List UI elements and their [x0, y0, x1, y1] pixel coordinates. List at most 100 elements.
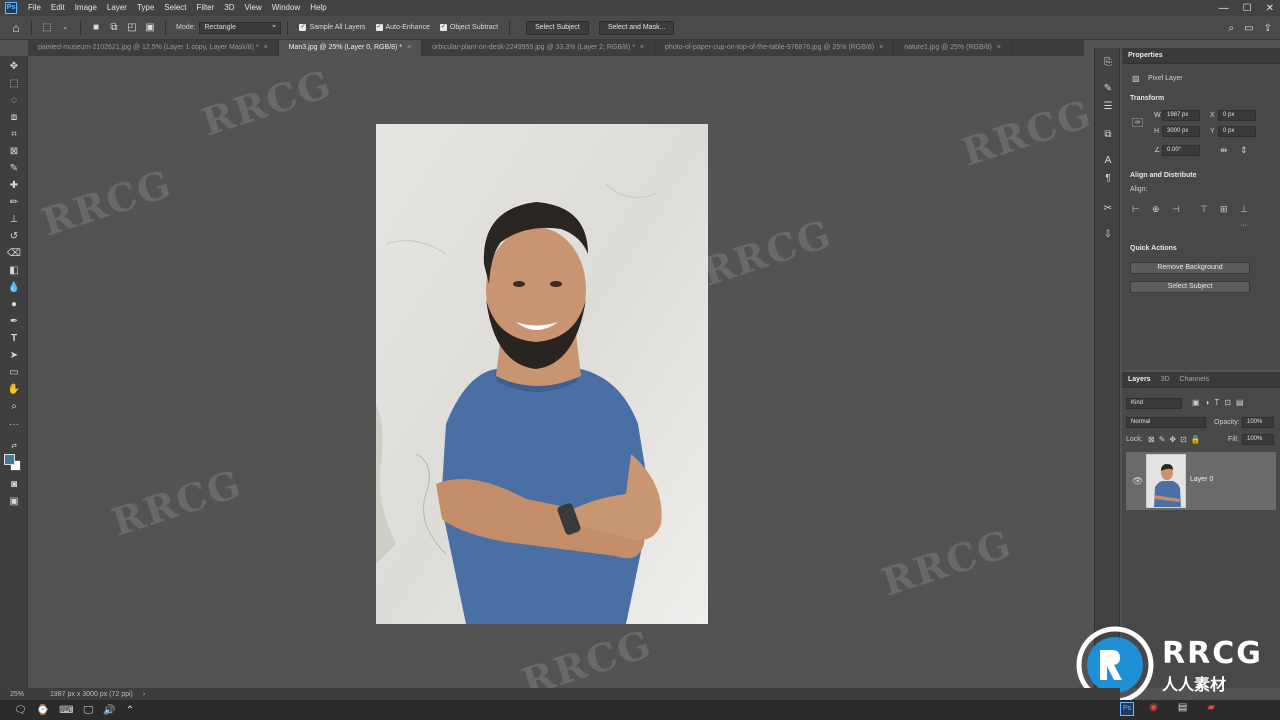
- show-hidden-icon[interactable]: ⌃: [126, 705, 134, 716]
- lasso-tool-icon[interactable]: ◌: [6, 94, 22, 108]
- object-subtract-checkbox[interactable]: ✓ Object Subtract: [439, 24, 498, 31]
- layer-filter-icons[interactable]: ▣◑T⊡▤: [1192, 398, 1249, 407]
- opacity-field[interactable]: 100%: [1242, 417, 1274, 428]
- notification-icon[interactable]: 🗨: [14, 705, 27, 716]
- dodge-tool-icon[interactable]: ●: [6, 298, 22, 312]
- screen-mode-icon[interactable]: ▣: [6, 495, 22, 509]
- more-options-icon[interactable]: ···: [1240, 222, 1247, 229]
- close-icon[interactable]: ×: [640, 44, 644, 51]
- minimize-icon[interactable]: —: [1219, 3, 1229, 14]
- path-selection-tool-icon[interactable]: ➤: [6, 349, 22, 363]
- close-icon[interactable]: ×: [264, 44, 268, 51]
- tab-orbicular-plant[interactable]: orbicular-plant-on-desk-2249959.jpg @ 33…: [422, 40, 656, 56]
- maximize-icon[interactable]: ☐: [1243, 3, 1252, 14]
- sample-all-layers-checkbox[interactable]: ✓ Sample All Layers: [299, 24, 366, 31]
- swap-colors-icon[interactable]: ⇄: [6, 440, 22, 454]
- eyedropper-tool-icon[interactable]: ✎: [6, 162, 22, 176]
- paragraph-icon[interactable]: ¶: [1101, 172, 1115, 186]
- photoshop-taskbar-icon[interactable]: Ps: [1120, 702, 1135, 716]
- pen-tool-icon[interactable]: ✒: [6, 315, 22, 329]
- tab-man3[interactable]: Man3.jpg @ 25% (Layer 0, RGB/8) * ×: [278, 40, 423, 56]
- eraser-tool-icon[interactable]: ⌫: [6, 247, 22, 261]
- menu-window[interactable]: Window: [267, 0, 305, 16]
- x-field[interactable]: 0 px: [1218, 110, 1256, 121]
- new-selection-icon[interactable]: ■: [90, 22, 102, 34]
- fill-field[interactable]: 100%: [1242, 434, 1274, 445]
- align-top-icon[interactable]: ⊤: [1200, 204, 1208, 215]
- brush-settings-icon[interactable]: ✎: [1101, 82, 1115, 96]
- tab-painted-museum[interactable]: painted-museum-2102621.jpg @ 12.5% (Laye…: [28, 40, 279, 56]
- hand-tool-icon[interactable]: ✋: [6, 383, 22, 397]
- workspace-icon[interactable]: ▭: [1244, 23, 1253, 34]
- link-icon[interactable]: ∞: [1132, 118, 1143, 127]
- menu-edit[interactable]: Edit: [46, 0, 70, 16]
- blur-tool-icon[interactable]: 💧: [6, 281, 22, 295]
- clone-stamp-tool-icon[interactable]: ⊥: [6, 213, 22, 227]
- blend-mode-select[interactable]: Normal: [1126, 417, 1206, 428]
- menu-select[interactable]: Select: [159, 0, 191, 16]
- file-icon[interactable]: ▤: [1178, 702, 1187, 716]
- close-icon[interactable]: ×: [997, 44, 1001, 51]
- menu-help[interactable]: Help: [305, 0, 331, 16]
- share-icon[interactable]: ⇪: [1264, 23, 1272, 34]
- more-tools-icon[interactable]: ···: [6, 418, 22, 432]
- tab-paper-cup[interactable]: photo-of-paper-cup-on-top-of-the-table-9…: [655, 40, 895, 56]
- mode-select[interactable]: Rectangle: [199, 20, 282, 34]
- zoom-tool-icon[interactable]: ⌕: [6, 400, 22, 414]
- frame-tool-icon[interactable]: ⊠: [6, 145, 22, 159]
- record-icon[interactable]: ◉: [1149, 702, 1158, 716]
- chevron-down-icon[interactable]: ⌄: [59, 22, 71, 34]
- object-selection-tool-icon[interactable]: ⧈: [6, 111, 22, 125]
- healing-brush-tool-icon[interactable]: ✚: [6, 179, 22, 193]
- y-field[interactable]: 0 px: [1218, 126, 1256, 137]
- search-icon[interactable]: ⌕: [1229, 23, 1235, 34]
- close-icon[interactable]: ×: [407, 44, 411, 51]
- menu-filter[interactable]: Filter: [192, 0, 220, 16]
- width-field[interactable]: 1987 px: [1162, 110, 1200, 121]
- gradient-tool-icon[interactable]: ◧: [6, 264, 22, 278]
- brush-tool-icon[interactable]: ✏: [6, 196, 22, 210]
- align-bottom-icon[interactable]: ⊥: [1240, 204, 1248, 215]
- character-icon[interactable]: A: [1101, 154, 1115, 168]
- tools-preset-icon[interactable]: ✂: [1101, 202, 1115, 216]
- angle-field[interactable]: 0.00°: [1162, 145, 1200, 156]
- align-right-icon[interactable]: ⊣: [1172, 204, 1180, 215]
- export-icon[interactable]: ⇩: [1101, 228, 1115, 242]
- libraries-icon[interactable]: ⧉: [1101, 128, 1115, 142]
- rectangle-tool-icon[interactable]: ▭: [6, 366, 22, 380]
- close-icon[interactable]: ✕: [1266, 3, 1274, 14]
- layer-filter-kind[interactable]: Kind: [1126, 398, 1182, 409]
- menu-3d[interactable]: 3D: [219, 0, 239, 16]
- history-icon[interactable]: ⎘: [1101, 56, 1115, 70]
- object-selection-tool-icon[interactable]: ⬚: [41, 22, 53, 34]
- eye-icon[interactable]: 👁: [1132, 476, 1143, 487]
- foreground-color-swatch[interactable]: [4, 454, 15, 465]
- document-canvas[interactable]: [376, 124, 708, 624]
- align-center-h-icon[interactable]: ⊕: [1152, 204, 1160, 215]
- subtract-selection-icon[interactable]: ◰: [126, 22, 138, 34]
- flip-horizontal-icon[interactable]: ⇹: [1220, 145, 1228, 156]
- menu-layer[interactable]: Layer: [102, 0, 132, 16]
- home-icon[interactable]: ⌂: [10, 22, 22, 34]
- remove-background-button[interactable]: Remove Background: [1130, 262, 1250, 274]
- menu-file[interactable]: File: [23, 0, 46, 16]
- close-icon[interactable]: ×: [879, 44, 883, 51]
- tab-layers[interactable]: Layers: [1128, 376, 1151, 383]
- flip-vertical-icon[interactable]: ⇕: [1240, 145, 1248, 156]
- layer-row[interactable]: 👁 Layer 0: [1126, 452, 1276, 510]
- zoom-level[interactable]: 25%: [10, 691, 50, 698]
- tab-nature1[interactable]: nature1.jpg @ 25% (RGB/8) ×: [894, 40, 1012, 56]
- history-brush-tool-icon[interactable]: ↺: [6, 230, 22, 244]
- height-field[interactable]: 3000 px: [1162, 126, 1200, 137]
- tab-channels[interactable]: Channels: [1180, 376, 1210, 383]
- layer-name[interactable]: Layer 0: [1190, 476, 1213, 483]
- tab-3d[interactable]: 3D: [1161, 376, 1170, 383]
- menu-image[interactable]: Image: [70, 0, 102, 16]
- add-selection-icon[interactable]: ⧉: [108, 22, 120, 34]
- intersect-selection-icon[interactable]: ▣: [144, 22, 156, 34]
- lock-icons[interactable]: ⊠✎✥⊡🔒: [1148, 435, 1205, 444]
- app-icon[interactable]: ▰: [1207, 702, 1215, 716]
- quick-mask-icon[interactable]: ◙: [6, 478, 22, 492]
- align-middle-v-icon[interactable]: ⊞: [1220, 204, 1228, 215]
- crop-tool-icon[interactable]: ⌗: [6, 128, 22, 142]
